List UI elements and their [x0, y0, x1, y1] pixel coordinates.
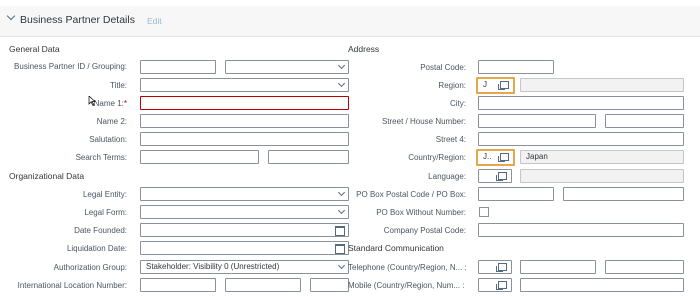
date-founded-label: Date Founded: [74, 226, 127, 235]
auth-group-label: Authorization Group: [53, 263, 127, 272]
postal-code-label: Postal Code: [420, 63, 466, 72]
intl-location-label: International Location Number: [17, 281, 127, 290]
region-value: J [483, 80, 487, 89]
org-data-heading: Organizational Data [9, 171, 85, 181]
house-number-input[interactable] [605, 114, 684, 128]
intl-location1-input[interactable] [140, 278, 216, 292]
po-box-postal-input[interactable] [478, 187, 554, 201]
company-postal-input[interactable] [478, 223, 684, 237]
country-value: J.. [483, 152, 492, 161]
po-box-without-number-label: PO Box Without Number: [376, 208, 466, 217]
calendar-icon[interactable] [335, 244, 345, 254]
name2-label: Name 2: [96, 117, 127, 126]
title-select[interactable] [140, 78, 349, 92]
search-term1-input[interactable] [140, 150, 259, 164]
po-box-without-number-checkbox[interactable] [479, 207, 489, 217]
telephone-label: Telephone (Country/Region, N... : [348, 263, 467, 272]
bp-id-input[interactable] [140, 60, 216, 74]
name1-label: Name 1:* [93, 99, 127, 108]
language-label: Language: [428, 172, 466, 181]
auth-group-select[interactable]: Stakeholder: Visibility 0 (Unrestricted) [140, 260, 349, 274]
street4-input[interactable] [478, 132, 684, 146]
intl-location3-input[interactable] [310, 278, 349, 292]
country-input[interactable]: J.. [476, 149, 515, 166]
city-input[interactable] [478, 96, 684, 110]
legal-form-label: Legal Form: [84, 208, 127, 217]
communication-heading: Standard Communication [348, 243, 444, 253]
value-help-icon[interactable] [496, 263, 507, 272]
country-label: Country/Region: [408, 153, 466, 162]
chevron-down-icon [337, 206, 346, 215]
salutation-input[interactable] [140, 132, 349, 146]
name1-input[interactable] [140, 96, 349, 110]
street-input[interactable] [478, 114, 596, 128]
liquidation-date-input[interactable] [140, 241, 349, 255]
calendar-icon[interactable] [335, 226, 345, 236]
value-help-icon[interactable] [496, 281, 507, 290]
salutation-label: Salutation: [89, 135, 127, 144]
date-founded-input[interactable] [140, 223, 349, 237]
telephone-number-input[interactable] [520, 260, 596, 274]
grouping-select[interactable] [225, 60, 349, 74]
country-desc-text: Japan [526, 152, 548, 161]
city-label: City: [450, 99, 466, 108]
chevron-down-icon [337, 188, 346, 197]
mobile-number-input[interactable] [520, 278, 684, 292]
po-box-input[interactable] [563, 187, 684, 201]
chevron-down-icon [337, 61, 346, 70]
po-box-label: PO Box Postal Code / PO Box: [356, 190, 466, 199]
mobile-label: Mobile (Country/Region, Num... : [348, 281, 465, 290]
chevron-down-icon [337, 79, 346, 88]
mobile-country-input[interactable] [478, 278, 512, 292]
region-label: Region: [438, 81, 466, 90]
address-heading: Address [348, 44, 380, 54]
street-house-label: Street / House Number: [381, 117, 466, 126]
auth-group-value: Stakeholder: Visibility 0 (Unrestricted) [146, 262, 280, 271]
postal-code-input[interactable] [478, 60, 554, 74]
country-description: Japan [520, 150, 684, 164]
search-term2-input[interactable] [268, 150, 349, 164]
mouse-cursor-icon [88, 96, 96, 106]
value-help-icon[interactable] [496, 172, 507, 181]
liquidation-date-label: Liquidation Date: [66, 244, 127, 253]
legal-entity-select[interactable] [140, 187, 349, 201]
chevron-down-icon [337, 261, 346, 270]
general-data-heading: General Data [9, 44, 60, 54]
telephone-country-input[interactable] [478, 260, 512, 274]
value-help-icon[interactable] [498, 81, 509, 90]
search-terms-label: Search Terms: [75, 153, 127, 162]
street4-label: Street 4: [435, 135, 466, 144]
required-marker: * [123, 99, 127, 108]
company-postal-label: Company Postal Code: [383, 226, 466, 235]
intl-location2-input[interactable] [225, 278, 301, 292]
legal-entity-label: Legal Entity: [82, 190, 127, 199]
telephone-extension-input[interactable] [605, 260, 684, 274]
region-input[interactable]: J [476, 77, 515, 94]
edit-link[interactable]: Edit [147, 16, 162, 26]
section-title: Business Partner Details [20, 14, 135, 26]
language-input[interactable] [478, 169, 512, 183]
title-label: Title: [109, 81, 127, 90]
language-description [520, 169, 684, 183]
legal-form-select[interactable] [140, 205, 349, 219]
name2-input[interactable] [140, 114, 349, 128]
bp-id-label: Business Partner ID / Grouping: [14, 62, 127, 71]
region-description [520, 78, 684, 92]
value-help-icon[interactable] [498, 153, 509, 162]
